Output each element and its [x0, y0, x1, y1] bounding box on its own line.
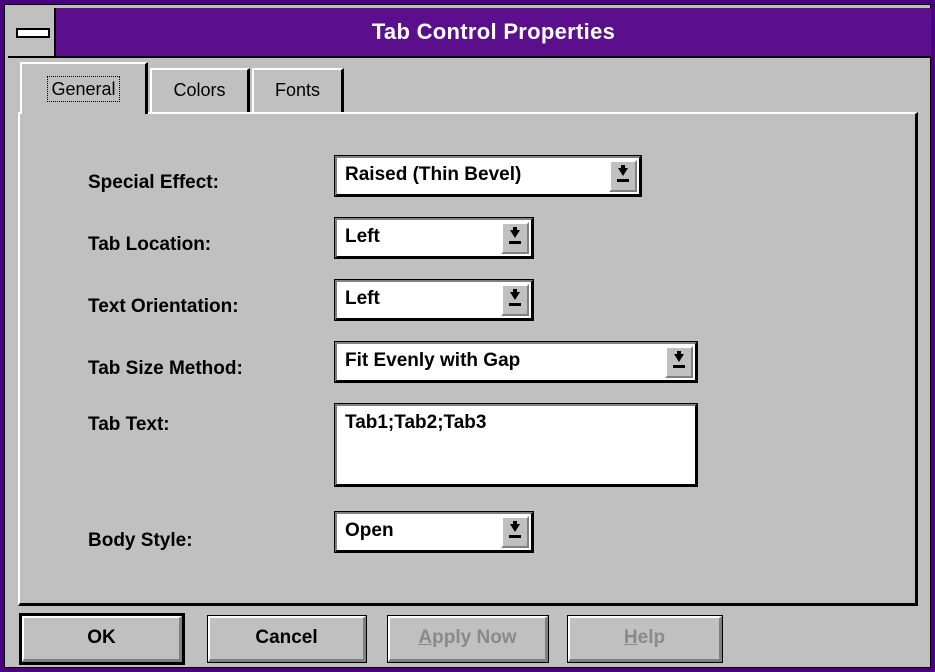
help-accelerator: H — [623, 627, 638, 648]
dropdown-arrow-head — [510, 524, 520, 532]
text-orientation-value: Left — [345, 288, 380, 309]
tab-size-method-dropdown-button[interactable] — [665, 346, 693, 378]
help-button[interactable]: Help — [567, 615, 723, 663]
tab-location-value: Left — [345, 226, 380, 247]
system-menu-icon — [16, 28, 50, 38]
tab-size-method-label: Tab Size Method: — [88, 358, 243, 379]
body-style-label: Body Style: — [88, 530, 193, 551]
body-style-value: Open — [345, 520, 394, 541]
tab-fonts[interactable]: Fonts — [252, 68, 344, 112]
dropdown-arrow-base — [509, 303, 521, 306]
tab-general-label: General — [47, 76, 120, 102]
dropdown-arrow-head — [618, 168, 628, 176]
title-bar[interactable]: Tab Control Properties — [8, 8, 931, 58]
tab-location-dropdown-button[interactable] — [501, 222, 529, 254]
tab-general[interactable]: General — [20, 62, 148, 114]
text-orientation-dropdown-button[interactable] — [501, 284, 529, 316]
tab-size-method-select[interactable]: Fit Evenly with Gap — [334, 341, 698, 383]
ok-button[interactable]: OK — [19, 613, 185, 665]
tab-text-value: Tab1;Tab2;Tab3 — [345, 412, 487, 433]
cancel-button[interactable]: Cancel — [207, 615, 367, 663]
tab-fonts-label: Fonts — [274, 80, 321, 100]
tab-location-select[interactable]: Left — [334, 217, 534, 259]
text-orientation-select[interactable]: Left — [334, 279, 534, 321]
special-effect-dropdown-button[interactable] — [609, 160, 637, 192]
dropdown-arrow-head — [674, 354, 684, 362]
dropdown-arrow-head — [510, 292, 520, 300]
apply-now-accelerator: A — [418, 627, 433, 648]
apply-now-label: pply Now — [432, 627, 517, 648]
dropdown-arrow-base — [509, 535, 521, 538]
window-title: Tab Control Properties — [371, 19, 616, 44]
body-style-select[interactable]: Open — [334, 511, 534, 553]
tab-colors[interactable]: Colors — [150, 68, 250, 112]
dropdown-arrow-head — [510, 230, 520, 238]
help-label: elp — [637, 627, 666, 648]
dropdown-arrow-base — [509, 241, 521, 244]
text-orientation-label: Text Orientation: — [88, 296, 239, 317]
body-style-dropdown-button[interactable] — [501, 516, 529, 548]
system-menu-button[interactable] — [8, 8, 56, 56]
tab-colors-label: Colors — [173, 80, 226, 100]
dropdown-arrow-base — [673, 365, 685, 368]
tab-text-input[interactable]: Tab1;Tab2;Tab3 — [334, 403, 698, 487]
special-effect-select[interactable]: Raised (Thin Bevel) — [334, 155, 642, 197]
dropdown-arrow-base — [617, 179, 629, 182]
special-effect-value: Raised (Thin Bevel) — [345, 164, 522, 185]
special-effect-label: Special Effect: — [88, 172, 219, 193]
tab-text-label: Tab Text: — [88, 414, 170, 435]
tab-location-label: Tab Location: — [88, 234, 212, 255]
tab-size-method-value: Fit Evenly with Gap — [345, 350, 521, 371]
apply-now-button[interactable]: Apply Now — [387, 615, 549, 663]
